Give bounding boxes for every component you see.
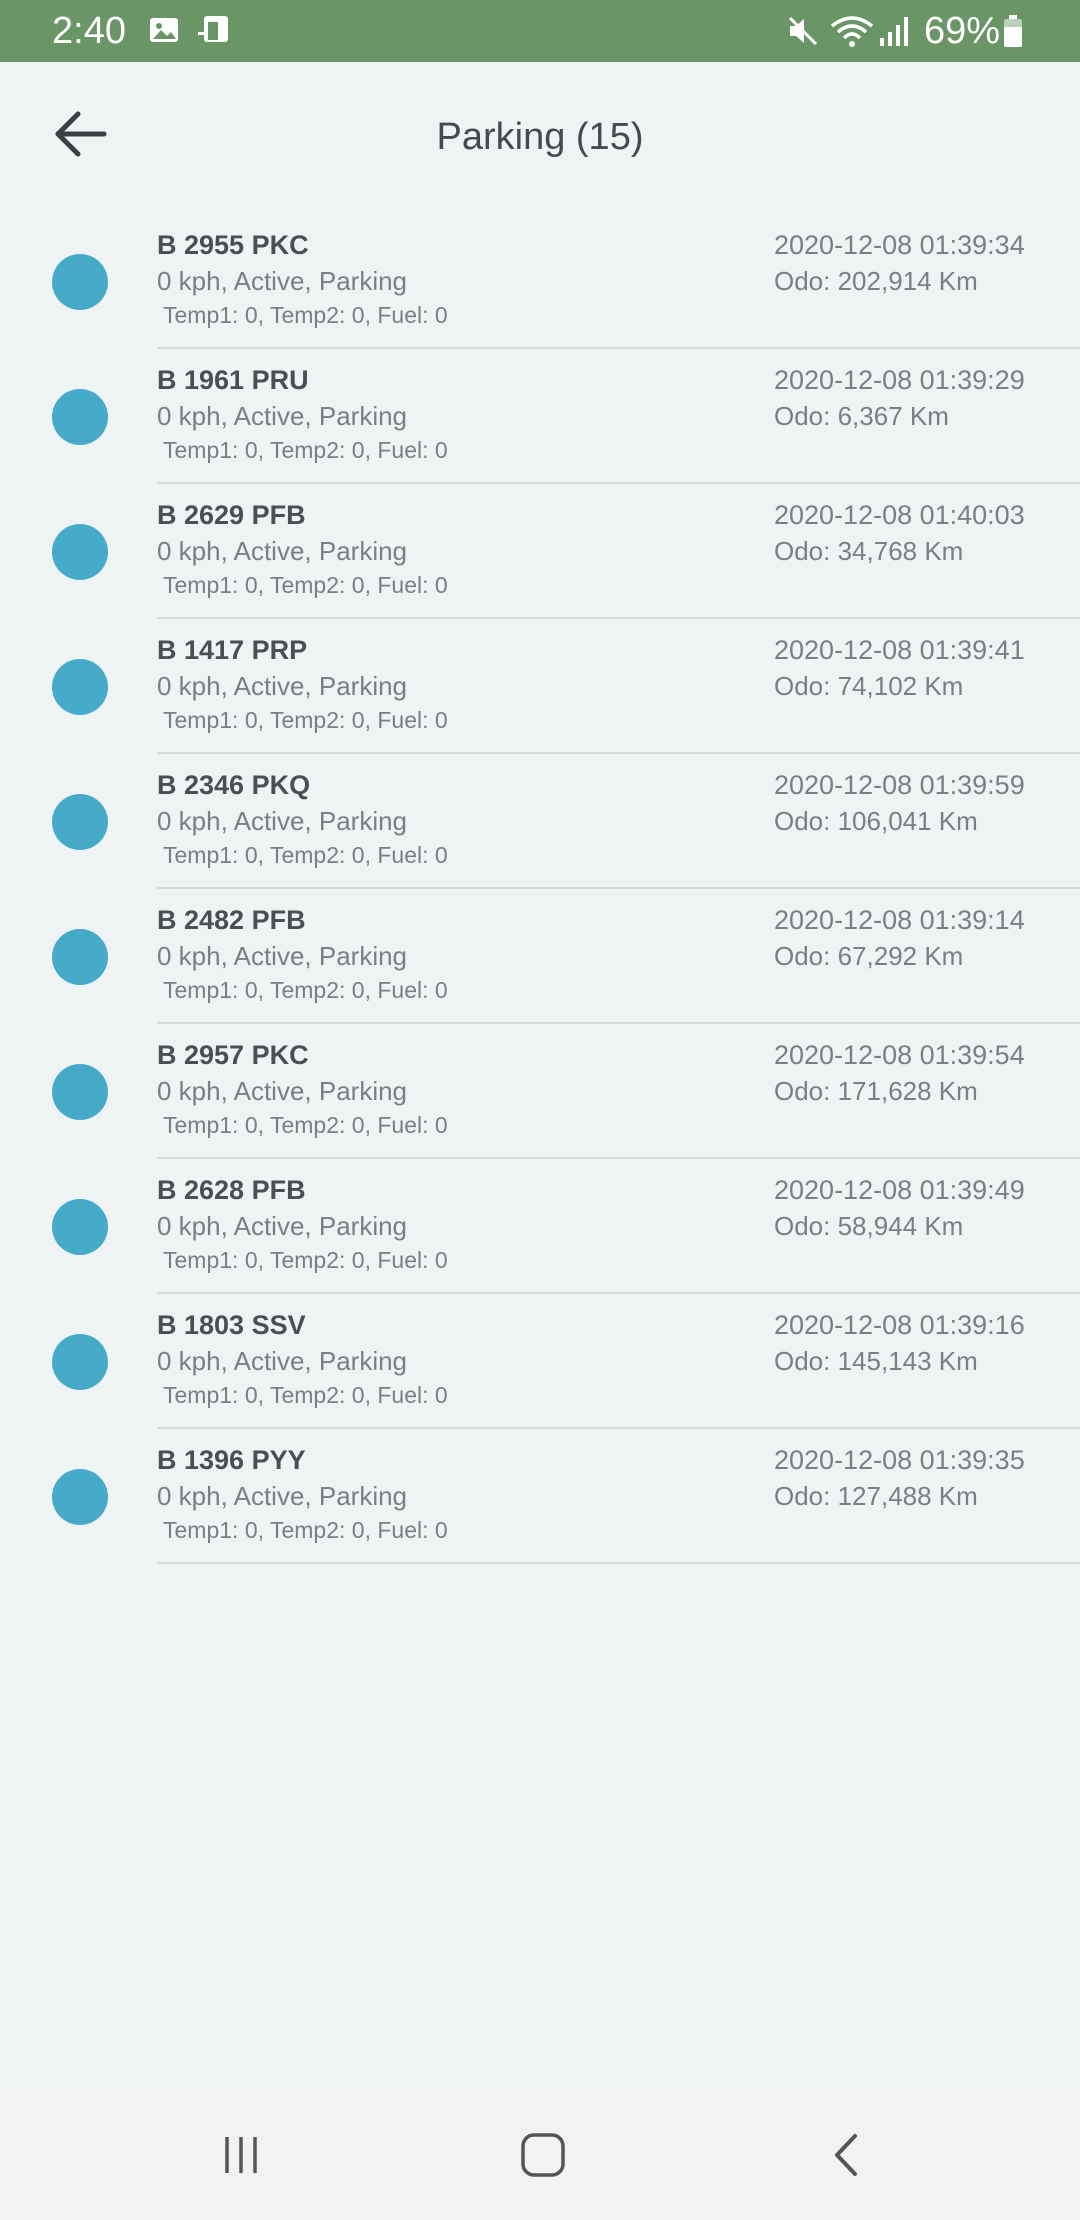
vehicle-status: 0 kph, Active, Parking	[157, 806, 408, 836]
vehicle-timestamp: 2020-12-08 01:39:41	[774, 635, 1025, 665]
vehicle-plate: B 2482 PFB	[157, 905, 306, 935]
app-bar: Parking (15)	[0, 62, 1080, 214]
vehicle-sensors: Temp1: 0, Temp2: 0, Fuel: 0	[163, 1247, 448, 1273]
vehicle-odometer: Odo: 145,143 Km	[774, 1346, 978, 1376]
vehicle-plate: B 2346 PKQ	[157, 770, 311, 800]
nav-back-button[interactable]	[786, 2120, 906, 2190]
vehicle-sensors: Temp1: 0, Temp2: 0, Fuel: 0	[163, 302, 448, 328]
vehicle-timestamp: 2020-12-08 01:39:34	[774, 230, 1025, 260]
vehicle-sensors: Temp1: 0, Temp2: 0, Fuel: 0	[163, 1112, 448, 1138]
vehicle-status: 0 kph, Active, Parking	[157, 266, 408, 296]
status-dot-icon	[52, 929, 108, 985]
mute-icon	[786, 14, 822, 53]
image-icon	[148, 14, 182, 53]
battery-percent: 69%	[924, 10, 1001, 52]
vehicle-odometer: Odo: 127,488 Km	[774, 1481, 978, 1511]
home-icon	[521, 2133, 565, 2177]
vehicle-timestamp: 2020-12-08 01:39:49	[774, 1175, 1025, 1205]
status-bar: 2:40 69%	[0, 0, 1080, 62]
vehicle-timestamp: 2020-12-08 01:39:29	[774, 365, 1025, 395]
vehicle-row[interactable]: B 1417 PRP 0 kph, Active, Parking Temp1: 0…	[0, 619, 1080, 754]
vehicle-sensors: Temp1: 0, Temp2: 0, Fuel: 0	[163, 437, 448, 463]
status-dot-icon	[52, 1334, 108, 1390]
back-icon	[835, 2134, 857, 2176]
vehicle-status: 0 kph, Active, Parking	[157, 1346, 408, 1376]
vehicle-plate: B 1396 PYY	[157, 1445, 306, 1475]
status-dot-icon	[52, 794, 108, 850]
row-divider	[157, 1562, 1080, 1564]
vehicle-row[interactable]: B 1396 PYY 0 kph, Active, Parking Temp1: 0…	[0, 1429, 1080, 1564]
vehicle-row[interactable]: B 2346 PKQ 0 kph, Active, Parking Temp1: 0…	[0, 754, 1080, 889]
status-dot-icon	[52, 1199, 108, 1255]
vehicle-row[interactable]: B 2628 PFB 0 kph, Active, Parking Temp1: 0…	[0, 1159, 1080, 1294]
status-dot-icon	[52, 1064, 108, 1120]
vehicle-row[interactable]: B 2629 PFB 0 kph, Active, Parking Temp1: 0…	[0, 484, 1080, 619]
vehicle-status: 0 kph, Active, Parking	[157, 401, 408, 431]
vehicle-sensors: Temp1: 0, Temp2: 0, Fuel: 0	[163, 1517, 448, 1543]
vehicle-status: 0 kph, Active, Parking	[157, 536, 408, 566]
vehicle-timestamp: 2020-12-08 01:39:59	[774, 770, 1025, 800]
cast-icon	[196, 14, 234, 53]
status-dot-icon	[52, 254, 108, 310]
vehicle-plate: B 1417 PRP	[157, 635, 308, 665]
vehicle-timestamp: 2020-12-08 01:39:35	[774, 1445, 1025, 1475]
vehicle-list: B 2955 PKC 0 kph, Active, Parking Temp1: 0…	[0, 214, 1080, 1564]
status-dot-icon	[52, 389, 108, 445]
signal-icon	[878, 14, 912, 53]
vehicle-plate: B 2955 PKC	[157, 230, 309, 260]
vehicle-row[interactable]: B 2482 PFB 0 kph, Active, Parking Temp1: 0…	[0, 889, 1080, 1024]
wifi-icon	[830, 14, 874, 55]
vehicle-plate: B 1961 PRU	[157, 365, 309, 395]
vehicle-timestamp: 2020-12-08 01:39:14	[774, 905, 1025, 935]
vehicle-timestamp: 2020-12-08 01:39:54	[774, 1040, 1025, 1070]
vehicle-status: 0 kph, Active, Parking	[157, 1076, 408, 1106]
vehicle-sensors: Temp1: 0, Temp2: 0, Fuel: 0	[163, 572, 448, 598]
vehicle-timestamp: 2020-12-08 01:40:03	[774, 500, 1025, 530]
vehicle-odometer: Odo: 6,367 Km	[774, 401, 949, 431]
vehicle-status: 0 kph, Active, Parking	[157, 941, 408, 971]
vehicle-odometer: Odo: 67,292 Km	[774, 941, 964, 971]
vehicle-row[interactable]: B 1803 SSV 0 kph, Active, Parking Temp1: 0…	[0, 1294, 1080, 1429]
vehicle-row[interactable]: B 1961 PRU 0 kph, Active, Parking Temp1: 0…	[0, 349, 1080, 484]
recents-button[interactable]	[181, 2120, 301, 2190]
vehicle-plate: B 2628 PFB	[157, 1175, 306, 1205]
recents-icon	[225, 2137, 257, 2173]
vehicle-odometer: Odo: 106,041 Km	[774, 806, 978, 836]
page-title: Parking (15)	[436, 116, 644, 158]
vehicle-odometer: Odo: 58,944 Km	[774, 1211, 964, 1241]
vehicle-status: 0 kph, Active, Parking	[157, 1211, 408, 1241]
vehicle-status: 0 kph, Active, Parking	[157, 671, 408, 701]
vehicle-plate: B 2629 PFB	[157, 500, 306, 530]
vehicle-plate: B 1803 SSV	[157, 1310, 306, 1340]
vehicle-sensors: Temp1: 0, Temp2: 0, Fuel: 0	[163, 842, 448, 868]
vehicle-plate: B 2957 PKC	[157, 1040, 309, 1070]
vehicle-sensors: Temp1: 0, Temp2: 0, Fuel: 0	[163, 977, 448, 1003]
battery-icon	[1002, 14, 1024, 53]
vehicle-odometer: Odo: 171,628 Km	[774, 1076, 978, 1106]
vehicle-odometer: Odo: 34,768 Km	[774, 536, 964, 566]
vehicle-odometer: Odo: 202,914 Km	[774, 266, 978, 296]
status-dot-icon	[52, 1469, 108, 1525]
vehicle-sensors: Temp1: 0, Temp2: 0, Fuel: 0	[163, 1382, 448, 1408]
status-dot-icon	[52, 659, 108, 715]
navigation-bar	[0, 2090, 1080, 2220]
vehicle-row[interactable]: B 2957 PKC 0 kph, Active, Parking Temp1: 0…	[0, 1024, 1080, 1159]
vehicle-odometer: Odo: 74,102 Km	[774, 671, 964, 701]
vehicle-timestamp: 2020-12-08 01:39:16	[774, 1310, 1025, 1340]
status-time: 2:40	[52, 10, 126, 52]
vehicle-sensors: Temp1: 0, Temp2: 0, Fuel: 0	[163, 707, 448, 733]
home-button[interactable]	[483, 2120, 603, 2190]
vehicle-status: 0 kph, Active, Parking	[157, 1481, 408, 1511]
vehicle-row[interactable]: B 2955 PKC 0 kph, Active, Parking Temp1: 0…	[0, 214, 1080, 349]
status-dot-icon	[52, 524, 108, 580]
